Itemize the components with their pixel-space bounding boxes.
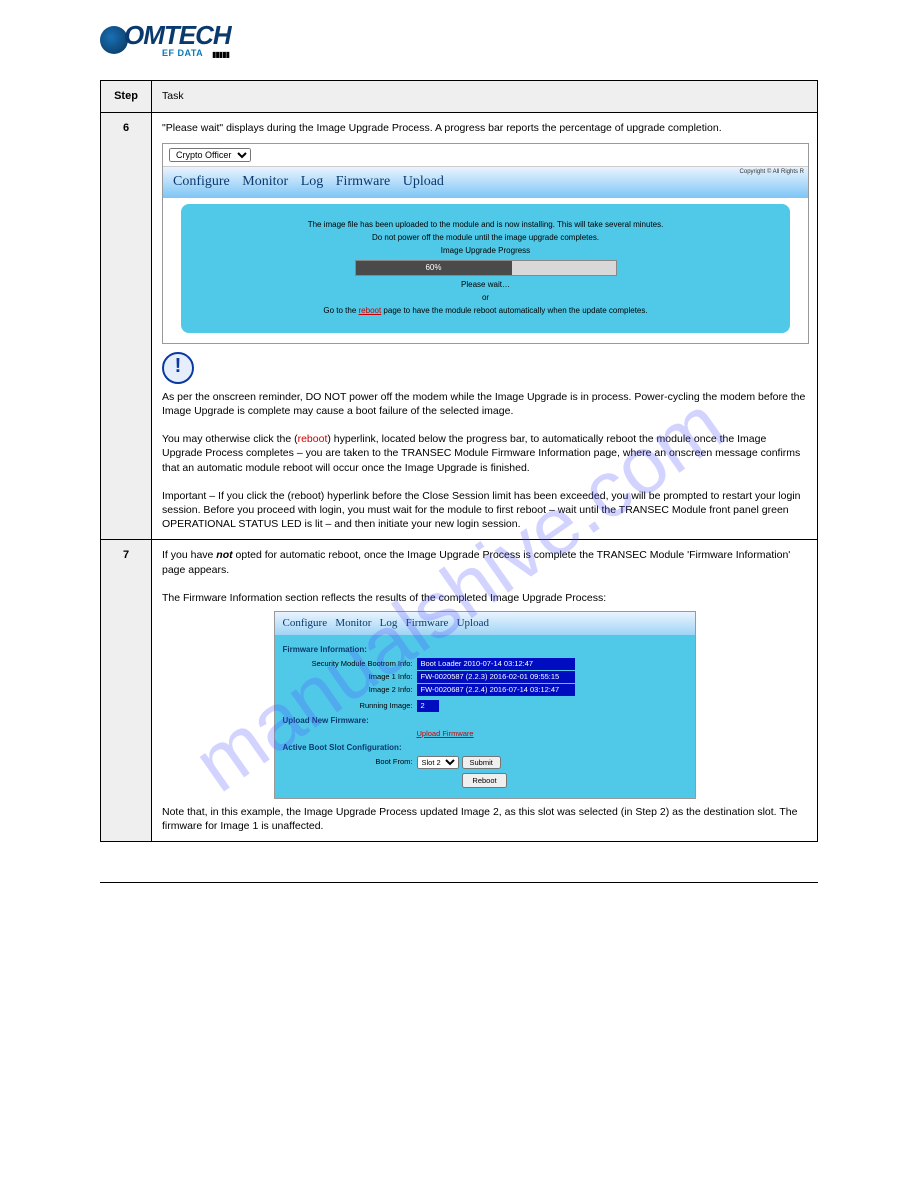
bootfrom-label: Boot From: [283, 757, 417, 767]
nav-bar: Configure Monitor Log Firmware Upload Co… [163, 167, 808, 198]
embedded-upload-progress-ui: Crypto Officer Configure Monitor Log Fir… [162, 143, 809, 344]
panel-reboot-pre: Go to the [323, 306, 358, 315]
fw-nav-bar: Configure Monitor Log Firmware Upload [275, 612, 695, 635]
step6-intro: "Please wait" displays during the Image … [162, 121, 807, 135]
i-em: not [216, 549, 232, 561]
img1-value: FW-0020587 (2.2.3) 2016-02-01 09:55:15 [417, 671, 575, 683]
upload-firmware-link[interactable]: Upload Firmware [417, 729, 474, 739]
panel-line2: Do not power off the module until the im… [211, 233, 760, 244]
upgrade-progress-panel: The image file has been uploaded to the … [181, 204, 790, 333]
bootrom-value: Boot Loader 2010-07-14 03:12:47 [417, 658, 575, 670]
fw-row-bootfrom: Boot From: Slot 2 Submit [283, 756, 687, 769]
table-row: 7 If you have not opted for automatic re… [101, 540, 818, 842]
brand-main-text: OMTECH [124, 20, 231, 50]
fw-section-firmware: Firmware Information: [283, 645, 687, 656]
header-step: Step [101, 81, 152, 113]
fw-row-reboot: Reboot [283, 773, 687, 788]
step-task-cell: "Please wait" displays during the Image … [152, 112, 818, 540]
panel-reboot-post: page to have the module reboot automatic… [381, 306, 647, 315]
role-bar: Crypto Officer [163, 144, 808, 167]
fw-nav-upload[interactable]: Upload [457, 617, 489, 629]
step-number: 6 [101, 112, 152, 540]
fw-nav-configure[interactable]: Configure [283, 617, 328, 629]
step6-para2: You may otherwise click the (reboot) hyp… [162, 432, 807, 475]
panel-reboot-line: Go to the reboot page to have the module… [211, 306, 760, 317]
panel-line1: The image file has been uploaded to the … [211, 220, 760, 231]
brand-logo: OMTECH EF DATA ▮▮▮▮▮ [100, 20, 250, 70]
fw-section-active: Active Boot Slot Configuration: [283, 743, 687, 754]
role-select[interactable]: Crypto Officer [169, 148, 251, 162]
progress-bar: 60% [355, 260, 617, 276]
step7-below: Note that, in this example, the Image Up… [162, 805, 807, 833]
i-pre: If you have [162, 549, 216, 561]
table-row: 6 "Please wait" displays during the Imag… [101, 112, 818, 540]
fw-section-upload: Upload New Firmware: [283, 716, 687, 727]
fw-row-running: Running Image: 2 [283, 700, 687, 712]
reboot-button[interactable]: Reboot [462, 773, 506, 788]
page-footer-rule [100, 882, 818, 887]
table-header-row: Step Task [101, 81, 818, 113]
panel-or: or [211, 293, 760, 304]
submit-button[interactable]: Submit [462, 756, 501, 769]
step-task-cell: If you have not opted for automatic rebo… [152, 540, 818, 842]
fw-row-bootrom: Security Module Bootrom Info: Boot Loade… [283, 658, 687, 670]
step6-caution: As per the onscreen reminder, DO NOT pow… [162, 390, 807, 418]
progress-fill: 60% [356, 261, 512, 275]
nav-firmware[interactable]: Firmware [336, 174, 390, 189]
caution-icon: ! [162, 352, 194, 384]
fw-row-upload: Upload Firmware [283, 729, 687, 739]
header-task: Task [152, 81, 818, 113]
img1-label: Image 1 Info: [283, 672, 417, 682]
nav-upload[interactable]: Upload [403, 174, 444, 189]
p2-pre: You may otherwise click the ( [162, 433, 298, 445]
copyright-text: Copyright © All Rights R [740, 169, 804, 175]
fw-nav-log[interactable]: Log [380, 617, 398, 629]
panel-wait: Please wait… [211, 280, 760, 291]
fw-nav-monitor[interactable]: Monitor [335, 617, 371, 629]
step-number: 7 [101, 540, 152, 842]
img2-label: Image 2 Info: [283, 685, 417, 695]
fw-body: Firmware Information: Security Module Bo… [275, 635, 695, 798]
step7-intro2: The Firmware Information section reflect… [162, 591, 807, 605]
brand-bars: ▮▮▮▮▮ [212, 50, 229, 59]
bootfrom-select[interactable]: Slot 2 [417, 756, 459, 769]
fw-row-img2: Image 2 Info: FW-0020687 (2.2.4) 2016-07… [283, 684, 687, 696]
i-post: opted for automatic reboot, once the Ima… [162, 549, 790, 575]
bootrom-label: Security Module Bootrom Info: [283, 659, 417, 669]
panel-header: Image Upgrade Progress [211, 246, 760, 257]
panel-reboot-link[interactable]: reboot [359, 306, 382, 315]
running-value: 2 [417, 700, 439, 712]
step7-intro: If you have not opted for automatic rebo… [162, 548, 807, 576]
fw-row-img1: Image 1 Info: FW-0020587 (2.2.3) 2016-02… [283, 671, 687, 683]
running-label: Running Image: [283, 701, 417, 711]
nav-configure[interactable]: Configure [173, 174, 230, 189]
step-task-table: Step Task 6 "Please wait" displays durin… [100, 80, 818, 842]
p2-link: reboot [298, 433, 328, 445]
step6-para3: Important – If you click the (reboot) hy… [162, 489, 807, 532]
brand-sub-text: EF DATA [162, 48, 203, 58]
img2-value: FW-0020687 (2.2.4) 2016-07-14 03:12:47 [417, 684, 575, 696]
fw-nav-firmware[interactable]: Firmware [406, 617, 449, 629]
embedded-firmware-info-ui: Configure Monitor Log Firmware Upload Fi… [274, 611, 696, 799]
nav-monitor[interactable]: Monitor [242, 174, 288, 189]
nav-log[interactable]: Log [301, 174, 324, 189]
